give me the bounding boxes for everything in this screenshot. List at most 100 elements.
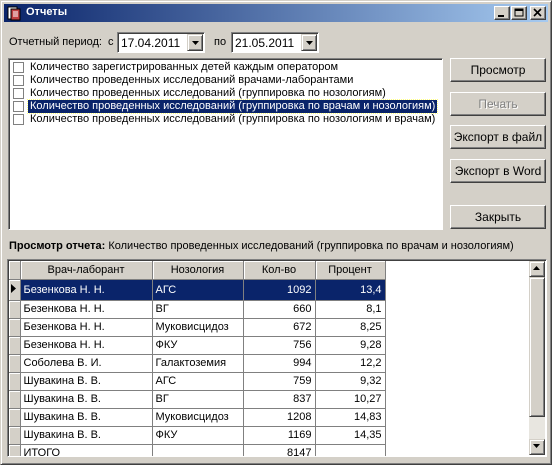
table-cell[interactable] xyxy=(315,444,386,456)
row-indicator[interactable] xyxy=(9,336,21,355)
report-grid[interactable]: Врач-лаборант Нозология Кол-во Процент Б… xyxy=(7,259,547,457)
scroll-down-button[interactable] xyxy=(529,439,545,455)
column-header[interactable]: Нозология xyxy=(152,261,244,280)
table-cell[interactable]: 1208 xyxy=(243,408,316,427)
table-cell[interactable]: 660 xyxy=(243,300,316,319)
period-to-date-picker[interactable]: 21.05.2011 xyxy=(231,32,319,53)
period-from-date-picker[interactable]: 17.04.2011 xyxy=(117,32,205,53)
table-cell[interactable]: 12,2 xyxy=(315,354,386,373)
maximize-button[interactable] xyxy=(511,6,527,20)
title-bar[interactable]: Отчеты xyxy=(4,4,548,22)
report-item[interactable]: Количество проведенных исследований (гру… xyxy=(11,87,440,100)
table-cell[interactable]: 13,4 xyxy=(315,279,386,301)
table-cell[interactable]: 10,27 xyxy=(315,390,386,409)
table-cell[interactable]: ФКУ xyxy=(152,336,244,355)
report-item-label: Количество зарегистрированных детей кажд… xyxy=(30,61,339,73)
table-cell[interactable]: ВГ xyxy=(152,300,244,319)
scroll-up-button[interactable] xyxy=(529,261,545,277)
table-cell[interactable]: 8147 xyxy=(243,444,316,456)
table-cell[interactable]: Галактоземия xyxy=(152,354,244,373)
table-cell[interactable]: 1169 xyxy=(243,426,316,445)
report-checkbox[interactable] xyxy=(13,101,24,112)
column-header[interactable]: Процент xyxy=(315,261,386,280)
table-cell[interactable]: Муковисцидоз xyxy=(152,318,244,337)
table-cell[interactable]: Шувакина В. В. xyxy=(20,408,153,427)
close-button[interactable] xyxy=(530,6,546,20)
row-indicator[interactable] xyxy=(9,354,21,373)
table-cell[interactable]: 14,83 xyxy=(315,408,386,427)
table-cell[interactable]: 1092 xyxy=(243,279,316,301)
preview-button[interactable]: Просмотр xyxy=(450,58,546,82)
table-cell[interactable]: 994 xyxy=(243,354,316,373)
table-row[interactable]: Шувакина В. В. АГС 759 9,32 xyxy=(9,372,386,391)
report-item[interactable]: Количество проведенных исследований врач… xyxy=(11,74,440,87)
column-header[interactable]: Врач-лаборант xyxy=(20,261,153,280)
row-indicator[interactable] xyxy=(9,318,21,337)
table-cell[interactable]: ВГ xyxy=(152,390,244,409)
report-item-selected[interactable]: Количество проведенных исследований (гру… xyxy=(11,99,440,114)
table-cell[interactable]: 672 xyxy=(243,318,316,337)
report-type-list[interactable]: Количество зарегистрированных детей кажд… xyxy=(8,58,443,230)
row-indicator[interactable] xyxy=(9,444,21,456)
row-indicator[interactable] xyxy=(9,390,21,409)
export-file-button[interactable]: Экспорт в файл xyxy=(450,125,546,149)
table-cell[interactable]: Безенкова Н. Н. xyxy=(20,318,153,337)
report-checkbox[interactable] xyxy=(13,88,24,99)
table-cell[interactable]: ФКУ xyxy=(152,426,244,445)
table-cell[interactable]: 837 xyxy=(243,390,316,409)
column-header[interactable]: Кол-во xyxy=(243,261,316,280)
from-date-dropdown-button[interactable] xyxy=(187,34,203,51)
row-indicator[interactable] xyxy=(9,279,21,301)
row-indicator[interactable] xyxy=(9,300,21,319)
report-checkbox[interactable] xyxy=(13,75,24,86)
table-row-total[interactable]: ИТОГО 8147 xyxy=(9,444,386,456)
table-cell[interactable]: Шувакина В. В. xyxy=(20,426,153,445)
table-row[interactable]: Безенкова Н. Н. ФКУ 756 9,28 xyxy=(9,336,386,355)
table-cell[interactable]: 8,25 xyxy=(315,318,386,337)
table-cell[interactable]: АГС xyxy=(152,372,244,391)
vertical-scrollbar[interactable] xyxy=(529,261,545,455)
row-indicator[interactable] xyxy=(9,408,21,427)
table-row[interactable]: Безенкова Н. Н. ВГ 660 8,1 xyxy=(9,300,386,319)
close-report-button[interactable]: Закрыть xyxy=(450,205,546,229)
to-date-dropdown-button[interactable] xyxy=(301,34,317,51)
report-item[interactable]: Количество зарегистрированных детей кажд… xyxy=(11,61,440,74)
table-cell[interactable]: 756 xyxy=(243,336,316,355)
row-indicator[interactable] xyxy=(9,426,21,445)
arrow-up-icon xyxy=(533,266,540,270)
table-cell[interactable]: Безенкова Н. Н. xyxy=(20,336,153,355)
scrollbar-thumb[interactable] xyxy=(529,277,545,417)
table-row[interactable]: Безенкова Н. Н. АГС 1092 13,4 xyxy=(9,279,386,301)
table-cell[interactable] xyxy=(152,444,244,456)
report-item[interactable]: Количество проведенных исследований (гру… xyxy=(11,113,440,126)
table-cell[interactable]: Безенкова Н. Н. xyxy=(20,279,153,301)
table-row[interactable]: Шувакина В. В. ВГ 837 10,27 xyxy=(9,390,386,409)
table-cell[interactable]: 14,35 xyxy=(315,426,386,445)
table-cell[interactable]: Муковисцидоз xyxy=(152,408,244,427)
table-cell[interactable]: ИТОГО xyxy=(20,444,153,456)
row-indicator[interactable] xyxy=(9,372,21,391)
table-row[interactable]: Шувакина В. В. ФКУ 1169 14,35 xyxy=(9,426,386,445)
report-item-label: Количество проведенных исследований (гру… xyxy=(30,113,436,125)
table-cell[interactable]: Шувакина В. В. xyxy=(20,372,153,391)
table-cell[interactable]: Безенкова Н. Н. xyxy=(20,300,153,319)
table-cell[interactable]: АГС xyxy=(152,279,244,301)
table-cell[interactable]: 8,1 xyxy=(315,300,386,319)
print-button[interactable]: Печать xyxy=(450,92,546,116)
window-title: Отчеты xyxy=(26,6,68,18)
export-word-button[interactable]: Экспорт в Word xyxy=(450,159,546,183)
report-item-label: Количество проведенных исследований врач… xyxy=(30,74,354,86)
table-row[interactable]: Соболева В. И. Галактоземия 994 12,2 xyxy=(9,354,386,373)
report-checkbox[interactable] xyxy=(13,114,24,125)
minimize-button[interactable] xyxy=(494,6,510,20)
table-row[interactable]: Безенкова Н. Н. Муковисцидоз 672 8,25 xyxy=(9,318,386,337)
table-cell[interactable]: 759 xyxy=(243,372,316,391)
table-cell[interactable]: 9,28 xyxy=(315,336,386,355)
table-cell[interactable]: Шувакина В. В. xyxy=(20,390,153,409)
table-cell[interactable]: 9,32 xyxy=(315,372,386,391)
table-cell[interactable]: Соболева В. И. xyxy=(20,354,153,373)
row-indicator-header xyxy=(9,261,21,280)
report-checkbox[interactable] xyxy=(13,62,24,73)
preview-caption-label: Просмотр отчета: xyxy=(9,240,106,252)
table-row[interactable]: Шувакина В. В. Муковисцидоз 1208 14,83 xyxy=(9,408,386,427)
